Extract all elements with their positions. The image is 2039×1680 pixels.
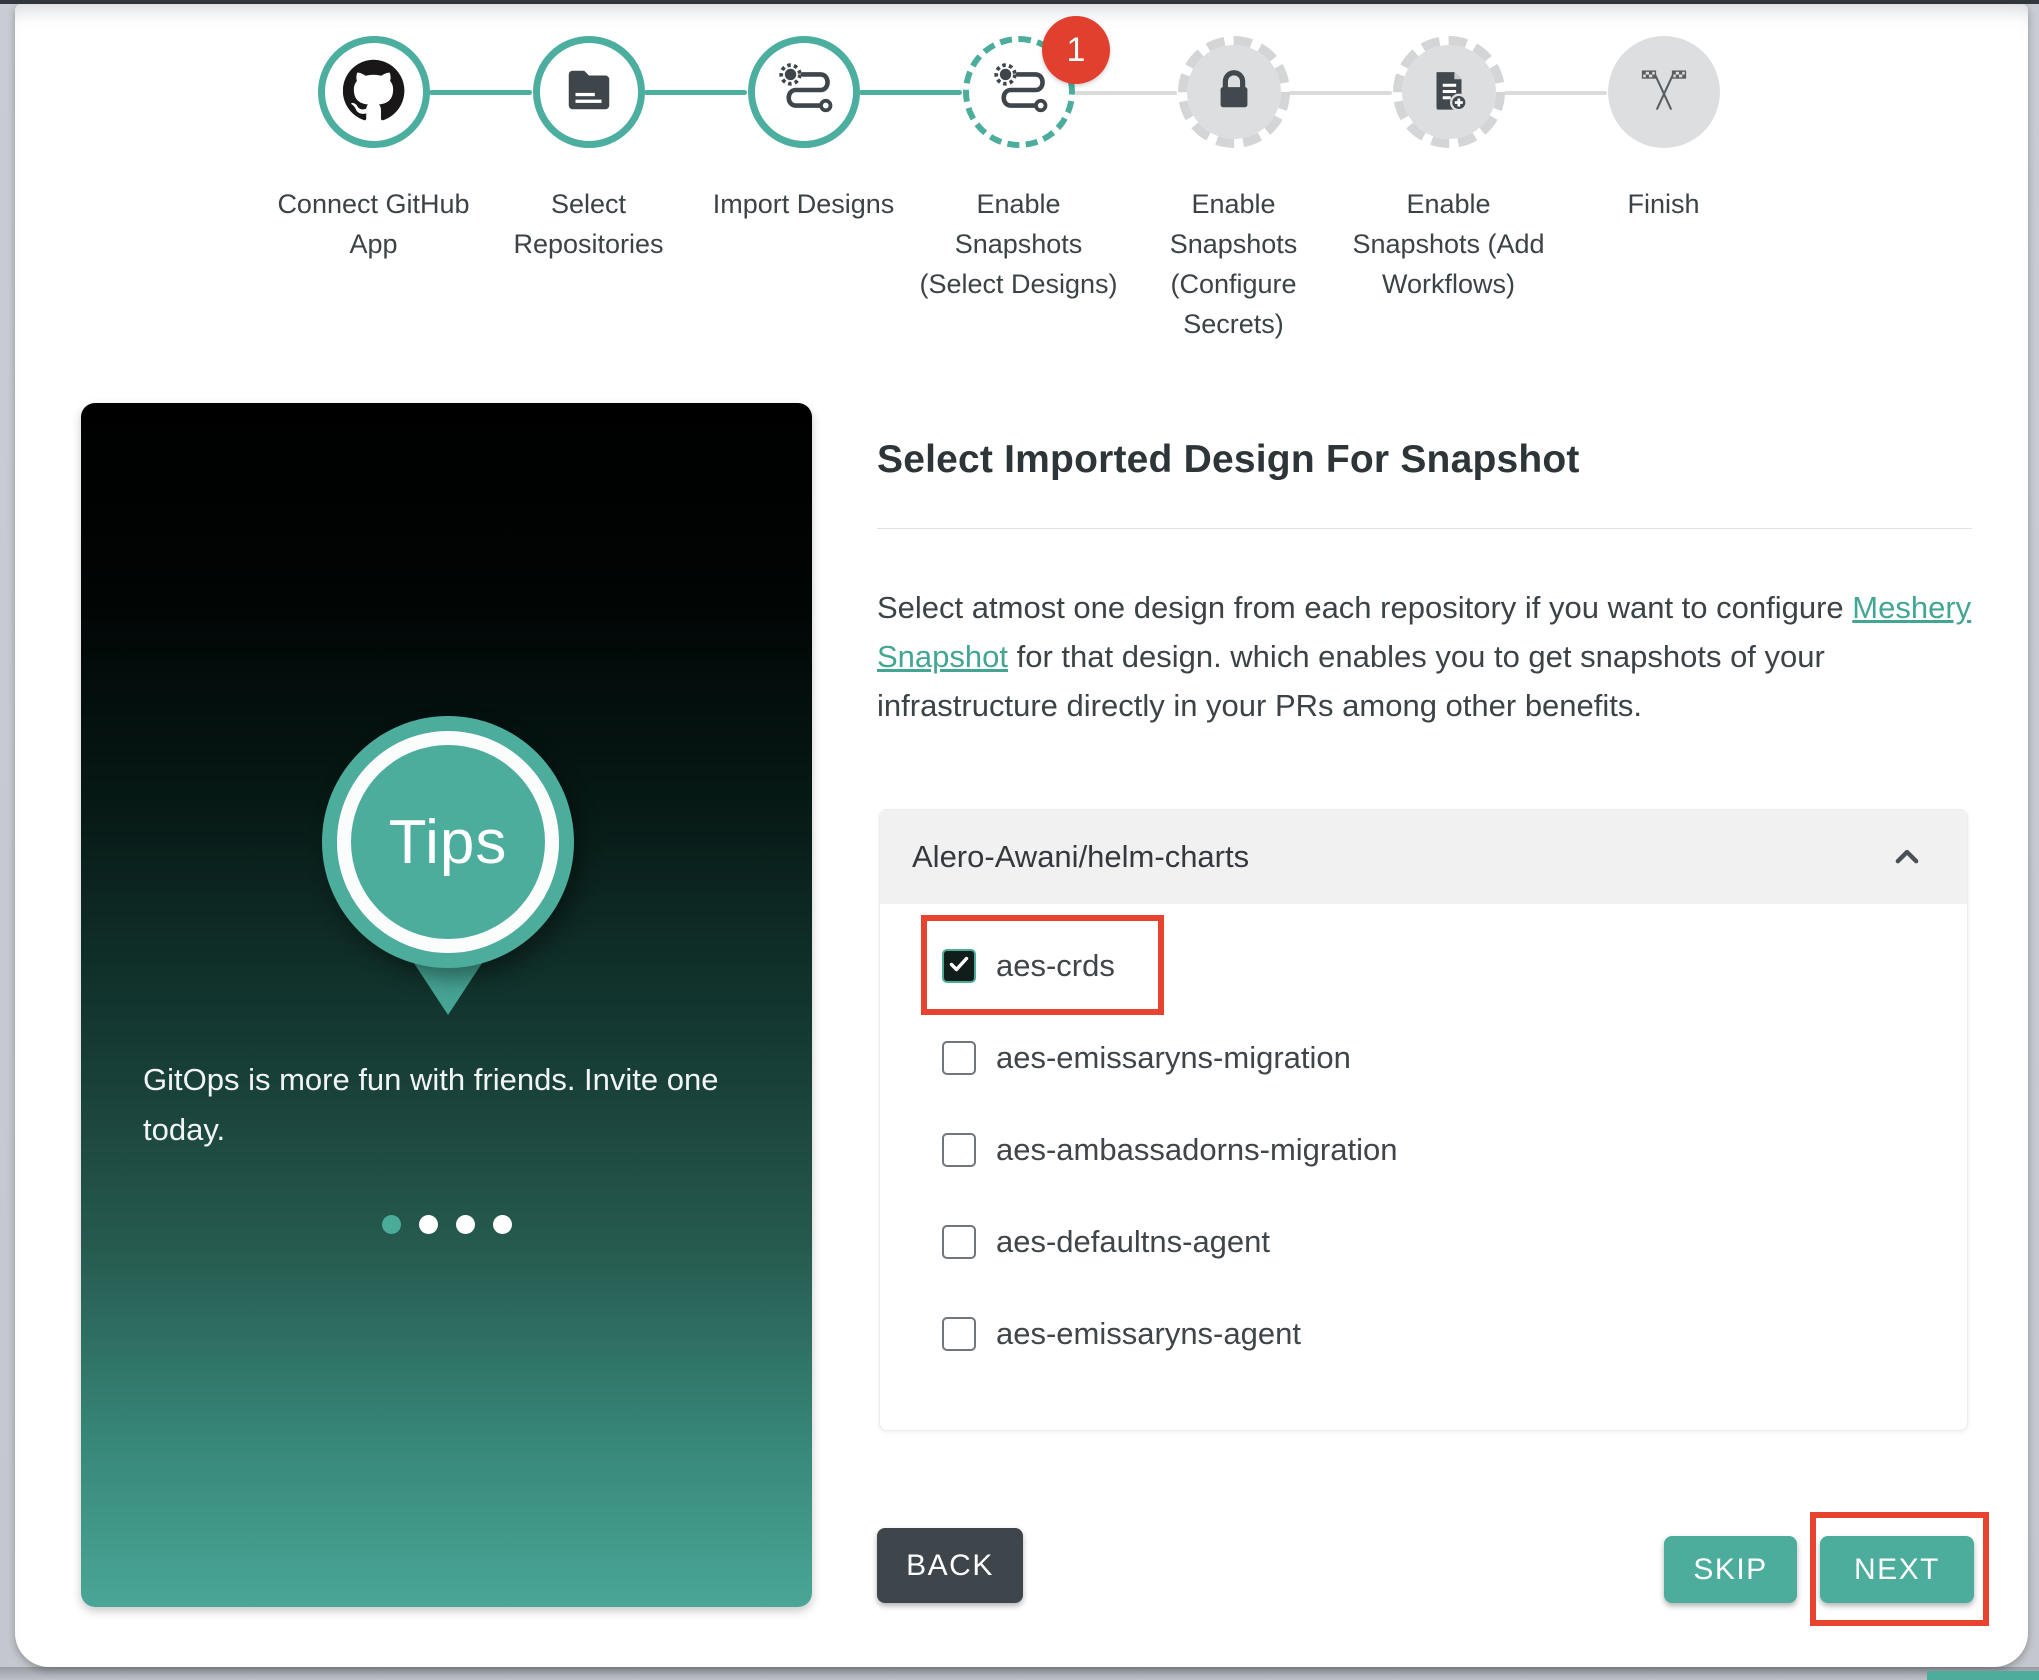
carousel-dot[interactable] (492, 1215, 512, 1234)
route-icon (990, 61, 1048, 124)
design-label: aes-crds (996, 948, 1115, 983)
page-title: Select Imported Design For Snapshot (877, 438, 1580, 481)
design-label: aes-emissaryns-agent (996, 1316, 1301, 1351)
step-label: Select Repositories (513, 189, 664, 259)
step-circle-add-workflows[interactable] (1392, 36, 1505, 148)
stepper-step-select-repositories: Select Repositories (481, 36, 696, 264)
accordion-header-helm-charts[interactable]: Alero-Awani/helm-charts (880, 810, 1967, 904)
checkbox-aes-emissaryns-migration[interactable] (942, 1041, 976, 1075)
design-row-aes-emissaryns-migration: aes-emissaryns-migration (942, 1012, 1967, 1104)
stepper-step-finish: Finish (1556, 36, 1771, 224)
check-icon (947, 952, 971, 981)
design-row-aes-ambassadorns-migration: aes-ambassadorns-migration (942, 1104, 1967, 1196)
step-label: Finish (1627, 189, 1700, 219)
stepper-step-connect-github: Connect GitHub App (266, 36, 481, 264)
repository-name: Alero-Awani/helm-charts (912, 839, 1250, 874)
step-label: Enable Snapshots (Select Designs) (919, 189, 1118, 299)
notification-badge: 1 (1042, 16, 1110, 84)
step-label: Enable Snapshots (Add Workflows) (1352, 189, 1545, 299)
checkbox-aes-crds[interactable] (942, 949, 976, 983)
tips-title: Tips (388, 807, 508, 877)
carousel-dots (81, 1215, 812, 1234)
step-circle-connect-github[interactable] (317, 36, 430, 148)
carousel-dot[interactable] (418, 1215, 438, 1234)
design-label: aes-ambassadorns-migration (996, 1132, 1398, 1167)
stepper-step-enable-snapshots-configure-secrets: Enable Snapshots (Configure Secrets) (1126, 36, 1341, 344)
checkbox-aes-ambassadorns-migration[interactable] (942, 1133, 976, 1167)
step-circle-import-designs[interactable] (747, 36, 860, 148)
repository-icon (562, 63, 616, 122)
checkbox-aes-defaultns-agent[interactable] (942, 1225, 976, 1259)
step-circle-finish[interactable] (1607, 36, 1720, 148)
checkbox-aes-emissaryns-agent[interactable] (942, 1317, 976, 1351)
tips-carousel-panel: Tips GitOps is more fun with friends. In… (81, 403, 812, 1607)
step-label: Enable Snapshots (Configure Secrets) (1169, 189, 1298, 339)
description-text: Select atmost one design from each repos… (877, 583, 1977, 730)
design-label: aes-emissaryns-migration (996, 1040, 1351, 1075)
step-label: Import Designs (712, 189, 895, 219)
design-list: aes-crds aes-emissaryns-migration aes-am… (880, 904, 1967, 1430)
lock-icon (1211, 67, 1257, 118)
doc-plus-icon (1424, 65, 1474, 120)
checkered-flags-icon (1640, 66, 1688, 119)
next-button[interactable]: NEXT (1820, 1536, 1974, 1603)
stepper-step-import-designs: Import Designs (696, 36, 911, 224)
chevron-up-icon[interactable] (1887, 837, 1927, 877)
tips-bubble: Tips (322, 716, 574, 968)
description-prefix: Select atmost one design from each repos… (877, 590, 1853, 625)
route-icon (775, 61, 833, 124)
skip-button[interactable]: SKIP (1664, 1536, 1797, 1603)
carousel-dot-active[interactable] (381, 1215, 401, 1234)
tips-message: GitOps is more fun with friends. Invite … (143, 1062, 719, 1147)
carousel-dot[interactable] (455, 1215, 475, 1234)
step-circle-select-repositories[interactable] (532, 36, 645, 148)
github-icon (342, 59, 405, 126)
heading-divider (877, 528, 1972, 529)
design-label: aes-defaultns-agent (996, 1224, 1271, 1259)
repository-accordion: Alero-Awani/helm-charts aes-crds aes-emi… (879, 809, 1968, 1431)
page-bottom-band (0, 1667, 2039, 1680)
description-suffix: for that design. which enables you to ge… (877, 639, 1825, 723)
stepper-step-enable-snapshots-add-workflows: Enable Snapshots (Add Workflows) (1341, 36, 1556, 304)
gitops-wizard-screen: Connect GitHub App Select Repositories I… (0, 0, 2039, 1680)
back-button[interactable]: BACK (877, 1528, 1023, 1603)
step-circle-configure-secrets[interactable] (1177, 36, 1290, 148)
background-teal-element (1927, 1671, 2039, 1680)
design-row-aes-defaultns-agent: aes-defaultns-agent (942, 1196, 1967, 1288)
step-label: Connect GitHub App (277, 189, 470, 259)
design-row-aes-crds: aes-crds (942, 920, 1967, 1012)
design-row-aes-emissaryns-agent: aes-emissaryns-agent (942, 1288, 1967, 1380)
